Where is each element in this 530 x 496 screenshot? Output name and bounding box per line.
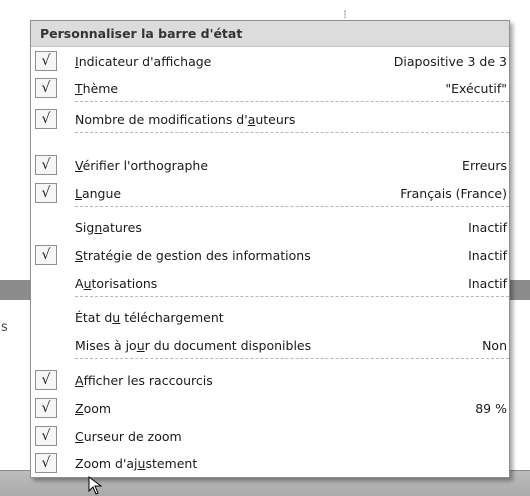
menu-item-zoom-to-fit[interactable]: √ Zoom d'ajustement <box>31 450 509 477</box>
menu-item-value: Inactif <box>468 248 507 263</box>
menu-item-value: Français (France) <box>400 186 507 201</box>
menu-item-label: Thème <box>75 81 119 96</box>
mouse-pointer-icon <box>88 476 103 495</box>
menu-item-spelling[interactable]: √ Vérifier l'orthographe Erreurs <box>31 152 509 179</box>
checkmark-icon: √ <box>35 453 57 473</box>
menu-item-label: Afficher les raccourcis <box>75 373 213 388</box>
menu-item-value: "Exécutif" <box>445 81 507 96</box>
checkmark-icon: √ <box>35 51 57 71</box>
checkmark-icon: √ <box>35 183 57 203</box>
menu-item-value: Non <box>482 338 507 353</box>
menu-item-label: État du téléchargement <box>75 310 224 325</box>
checkmark-icon: √ <box>35 245 57 265</box>
screen: s Personnaliser la barre d'état √ Indica… <box>0 0 530 496</box>
menu-item-value: Inactif <box>468 276 507 291</box>
menu-item-label: Vérifier l'orthographe <box>75 158 209 173</box>
customize-status-bar-menu: Personnaliser la barre d'état √ Indicate… <box>30 20 510 478</box>
menu-item-permissions[interactable]: Autorisations Inactif <box>31 270 509 297</box>
menu-item-signatures[interactable]: Signatures Inactif <box>31 214 509 241</box>
menu-item-value: Erreurs <box>462 158 507 173</box>
menu-item-label: Langue <box>75 186 122 201</box>
checkmark-icon: √ <box>35 426 57 446</box>
menu-item-upload-status[interactable]: État du téléchargement <box>31 304 509 331</box>
menu-item-label: Signatures <box>75 220 142 235</box>
menu-item-view-indicator[interactable]: √ Indicateur d'affichage Diapositive 3 d… <box>31 48 509 75</box>
menu-item-label: Indicateur d'affichage <box>75 54 212 69</box>
menu-item-value: Diapositive 3 de 3 <box>393 54 507 69</box>
menu-item-label: Nombre de modifications d'auteurs <box>75 112 296 127</box>
menu-item-document-updates[interactable]: Mises à jour du document disponibles Non <box>31 332 509 359</box>
menu-item-label: Stratégie de gestion des informations <box>75 248 311 263</box>
menu-item-zoom[interactable]: √ Zoom 89 % <box>31 395 509 422</box>
background-text: s <box>1 320 8 335</box>
menu-item-zoom-slider[interactable]: √ Curseur de zoom <box>31 423 509 450</box>
menu-item-information-policy[interactable]: √ Stratégie de gestion des informations … <box>31 242 509 269</box>
checkmark-icon: √ <box>35 155 57 175</box>
menu-title: Personnaliser la barre d'état <box>31 21 509 47</box>
checkmark-icon: √ <box>35 370 57 390</box>
menu-item-label: Autorisations <box>75 276 158 291</box>
splitter-grip[interactable] <box>344 10 346 18</box>
menu-item-label: Zoom d'ajustement <box>75 456 198 471</box>
menu-item-theme[interactable]: √ Thème "Exécutif" <box>31 75 509 102</box>
menu-item-value: Inactif <box>468 220 507 235</box>
checkmark-icon: √ <box>35 109 57 129</box>
checkmark-icon: √ <box>35 398 57 418</box>
menu-item-language[interactable]: √ Langue Français (France) <box>31 180 509 207</box>
menu-item-label: Curseur de zoom <box>75 429 182 444</box>
checkmark-icon: √ <box>35 78 57 98</box>
menu-item-label: Zoom <box>75 401 112 416</box>
menu-item-author-changes[interactable]: √ Nombre de modifications d'auteurs <box>31 106 509 133</box>
menu-item-view-shortcuts[interactable]: √ Afficher les raccourcis <box>31 367 509 394</box>
menu-item-value: 89 % <box>475 401 507 416</box>
menu-item-label: Mises à jour du document disponibles <box>75 338 312 353</box>
